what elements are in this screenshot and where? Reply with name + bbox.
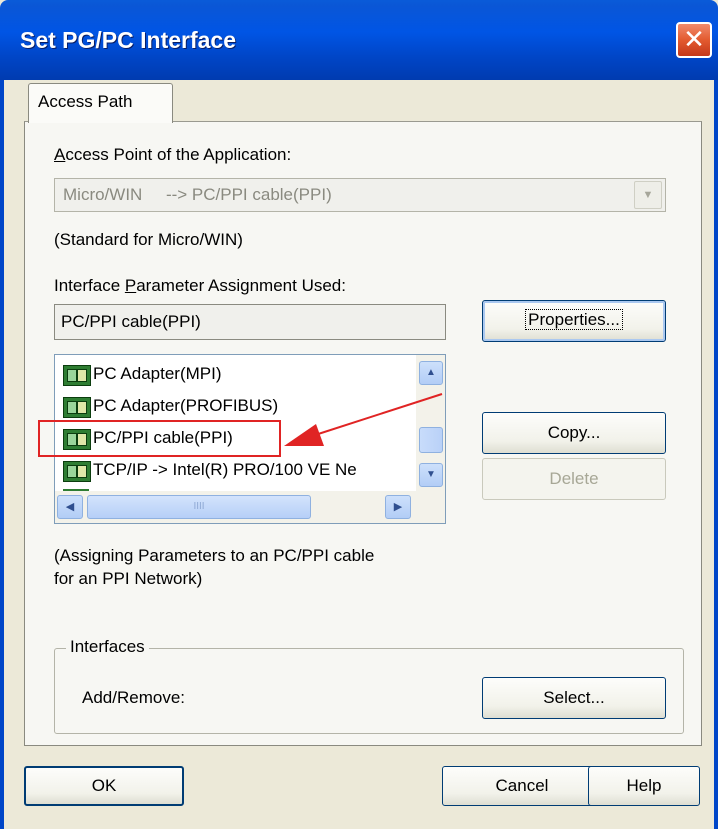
copy-button[interactable]: Copy... — [482, 412, 666, 454]
access-point-label-text: ccess Point of the Application: — [65, 145, 292, 164]
close-button[interactable]: ✕ — [676, 22, 712, 58]
param-assignment-label-end: arameter Assignment Used: — [136, 276, 346, 295]
list-item-label: PC Adapter(PROFIBUS) — [93, 396, 279, 415]
annotation-arrow-head — [284, 424, 324, 446]
description-line-1: (Assigning Parameters to an PC/PPI cable — [54, 546, 375, 565]
annotation-arrow — [284, 393, 443, 446]
properties-button-label: Properties... — [525, 309, 623, 330]
annotation-highlight-box — [38, 420, 281, 457]
scroll-left-icon[interactable]: ◀ — [57, 495, 83, 519]
annotation-arrow-shaft — [311, 393, 443, 437]
scroll-down-icon[interactable]: ▼ — [419, 463, 443, 487]
access-point-select[interactable]: Micro/WIN --> PC/PPI cable(PPI) — [54, 178, 666, 212]
add-remove-label: Add/Remove: — [82, 688, 185, 707]
chevron-down-icon[interactable]: ▼ — [634, 181, 662, 209]
description-line-2: for an PPI Network) — [54, 569, 203, 588]
param-assignment-label-start: Interface — [54, 276, 125, 295]
access-point-label-hotkey: A — [54, 145, 66, 164]
list-item-label: TCP/IP -> Intel(R) PRO/100 VE Ne — [93, 460, 357, 479]
horizontal-scroll-thumb[interactable]: IIII — [87, 495, 311, 519]
network-card-icon — [63, 397, 91, 418]
param-assignment-label-hotkey: P — [124, 276, 137, 295]
param-assignment-label: Interface Parameter Assignment Used: — [54, 276, 346, 296]
horizontal-scrollbar[interactable]: ◀ IIII ▶ — [55, 491, 445, 523]
list-item-label: PC Adapter(MPI) — [93, 364, 222, 383]
properties-button[interactable]: Properties... — [482, 300, 666, 342]
title-bar[interactable]: Set PG/PC Interface ✕ — [0, 0, 718, 80]
scrollbar-corner — [416, 491, 445, 523]
network-card-icon — [63, 461, 91, 482]
window-frame-right — [714, 80, 718, 829]
dialog-window: Set PG/PC Interface ✕ Access Path Access… — [0, 0, 718, 829]
help-button[interactable]: Help — [588, 766, 700, 806]
access-point-note: (Standard for Micro/WIN) — [54, 230, 243, 249]
ok-button[interactable]: OK — [24, 766, 184, 806]
scroll-right-icon[interactable]: ▶ — [385, 495, 411, 519]
interfaces-group-title: Interfaces — [66, 637, 149, 657]
param-assignment-field[interactable]: PC/PPI cable(PPI) — [54, 304, 446, 340]
tab-access-path[interactable]: Access Path — [28, 83, 173, 123]
network-card-icon — [63, 365, 91, 386]
window-frame-left — [0, 80, 4, 829]
cancel-button[interactable]: Cancel — [442, 766, 602, 806]
access-point-label: Access Point of the Application: — [54, 145, 291, 165]
window-title: Set PG/PC Interface — [20, 27, 237, 53]
select-button[interactable]: Select... — [482, 677, 666, 719]
delete-button[interactable]: Delete — [482, 458, 666, 500]
